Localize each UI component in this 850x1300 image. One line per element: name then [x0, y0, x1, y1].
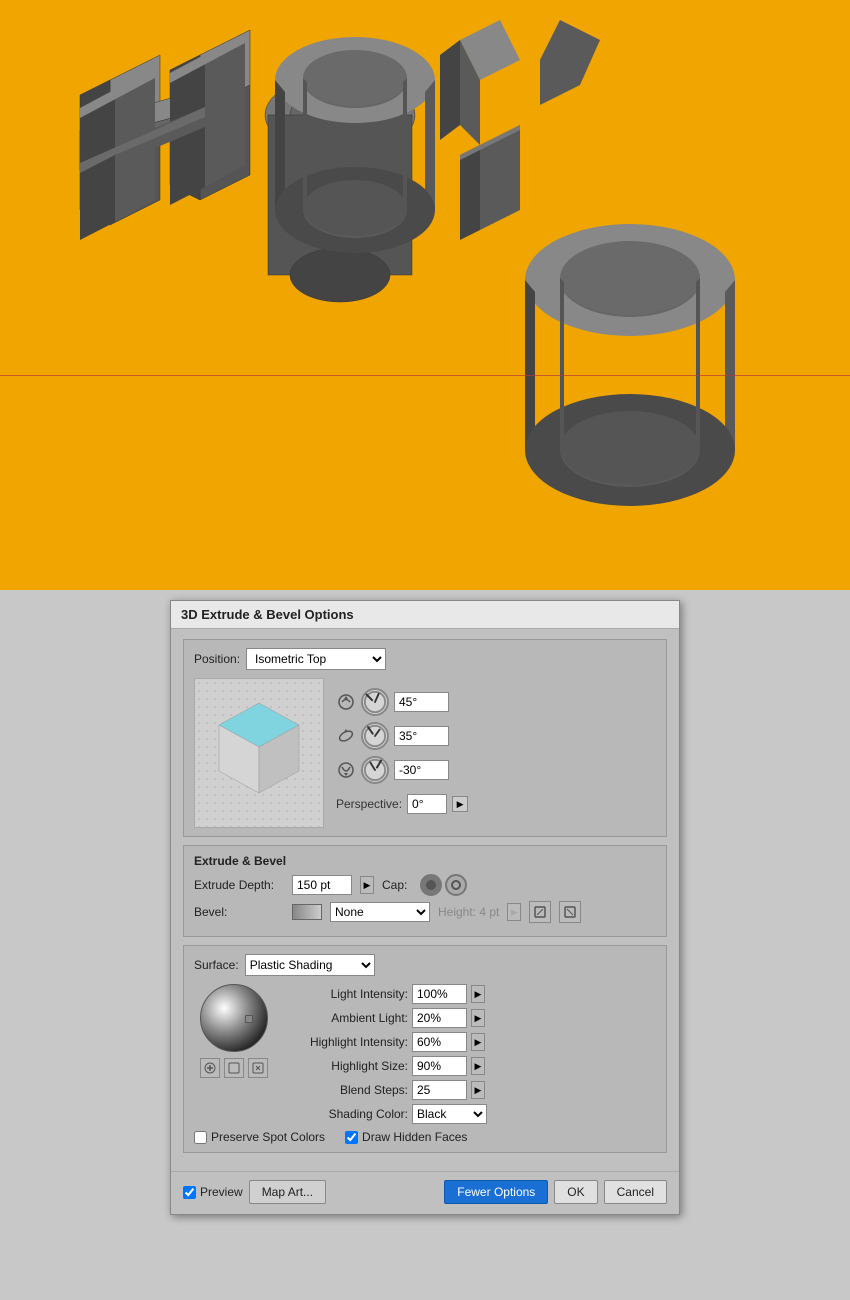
- cap-off-inner: [451, 880, 461, 890]
- ambient-light-input[interactable]: [412, 1008, 467, 1028]
- light-controls: Light Intensity: ▶ Ambient Light: ▶ High…: [288, 984, 656, 1124]
- cap-buttons: [420, 874, 467, 896]
- remove-light-button[interactable]: [224, 1058, 244, 1078]
- highlight-size-row: Highlight Size: ▶: [288, 1056, 656, 1076]
- blend-steps-chevron[interactable]: ▶: [471, 1081, 485, 1099]
- highlight-size-input[interactable]: [412, 1056, 467, 1076]
- cap-off-button[interactable]: [445, 874, 467, 896]
- draw-hidden-faces-checkbox[interactable]: Draw Hidden Faces: [345, 1130, 467, 1144]
- highlight-intensity-input[interactable]: [412, 1032, 467, 1052]
- extrude-bevel-label: Extrude & Bevel: [194, 854, 656, 868]
- highlight-intensity-chevron[interactable]: ▶: [471, 1033, 485, 1051]
- light-intensity-input[interactable]: [412, 984, 467, 1004]
- preview-checkbox[interactable]: [183, 1186, 196, 1199]
- height-chevron[interactable]: ▶: [507, 903, 521, 921]
- ambient-light-chevron[interactable]: ▶: [471, 1009, 485, 1027]
- bevel-icon-btn-2[interactable]: [559, 901, 581, 923]
- z-angle-input[interactable]: -30°: [394, 760, 449, 780]
- perspective-input[interactable]: 0°: [407, 794, 447, 814]
- shading-color-label: Shading Color:: [288, 1107, 408, 1121]
- highlight-intensity-label: Highlight Intensity:: [288, 1035, 408, 1049]
- surface-content: Light Intensity: ▶ Ambient Light: ▶ High…: [194, 984, 656, 1124]
- angle-row-y: 35°: [336, 722, 468, 750]
- surface-label: Surface:: [194, 958, 239, 972]
- x-angle-input[interactable]: 45°: [394, 692, 449, 712]
- extrude-depth-row: Extrude Depth: ▶ Cap:: [194, 874, 656, 896]
- blend-steps-row: Blend Steps: ▶: [288, 1080, 656, 1100]
- ambient-light-row: Ambient Light: ▶: [288, 1008, 656, 1028]
- angle-row-x: 45°: [336, 688, 468, 716]
- position-select[interactable]: Isometric Top Isometric Left Isometric R…: [246, 648, 386, 670]
- sphere-container: [194, 984, 274, 1078]
- bevel-row: Bevel: None Height: 4 pt ▶: [194, 901, 656, 923]
- x-rotation-dial[interactable]: [361, 688, 389, 716]
- ok-button[interactable]: OK: [554, 1180, 597, 1204]
- dialog-footer: Preview Map Art... Fewer Options OK Canc…: [171, 1171, 679, 1214]
- light-handle[interactable]: [245, 1015, 253, 1023]
- footer-right: Fewer Options OK Cancel: [444, 1180, 667, 1204]
- position-section: Position: Isometric Top Isometric Left I…: [183, 639, 667, 837]
- extrude-depth-input[interactable]: [292, 875, 352, 895]
- extrude-depth-label: Extrude Depth:: [194, 878, 284, 892]
- shading-color-row: Shading Color: Black Custom: [288, 1104, 656, 1124]
- surface-section: Surface: Plastic Shading Diffuse Shading…: [183, 945, 667, 1153]
- extrude-depth-chevron[interactable]: ▶: [360, 876, 374, 894]
- height-label: Height: 4 pt: [438, 905, 499, 919]
- ambient-light-label: Ambient Light:: [288, 1011, 408, 1025]
- surface-select[interactable]: Plastic Shading Diffuse Shading No Shadi…: [245, 954, 375, 976]
- guide-line: [0, 375, 850, 376]
- extrude-bevel-section: Extrude & Bevel Extrude Depth: ▶ Cap: Be…: [183, 845, 667, 937]
- cap-on-button[interactable]: [420, 874, 442, 896]
- light-intensity-row: Light Intensity: ▶: [288, 984, 656, 1004]
- sphere-controls: [200, 1058, 268, 1078]
- canvas-area: [0, 0, 850, 590]
- dialog-3d-extrude-bevel: 3D Extrude & Bevel Options Position: Iso…: [170, 600, 680, 1215]
- checkbox-row: Preserve Spot Colors Draw Hidden Faces: [194, 1130, 656, 1144]
- bevel-select[interactable]: None: [330, 902, 430, 922]
- highlight-intensity-row: Highlight Intensity: ▶: [288, 1032, 656, 1052]
- map-art-button[interactable]: Map Art...: [249, 1180, 326, 1204]
- z-rotation-dial[interactable]: [361, 756, 389, 784]
- cap-label: Cap:: [382, 878, 412, 892]
- bevel-label: Bevel:: [194, 905, 284, 919]
- preview-checkbox-label[interactable]: Preview: [183, 1185, 243, 1199]
- perspective-label: Perspective:: [336, 797, 402, 811]
- y-rotation-dial[interactable]: [361, 722, 389, 750]
- shading-color-select[interactable]: Black Custom: [412, 1104, 487, 1124]
- perspective-chevron[interactable]: ▶: [452, 796, 468, 812]
- bevel-icon-btn-1[interactable]: [529, 901, 551, 923]
- sphere-preview: [200, 984, 268, 1052]
- x-rotation-icon: [336, 692, 356, 712]
- preview-label: Preview: [200, 1185, 243, 1199]
- highlight-size-chevron[interactable]: ▶: [471, 1057, 485, 1075]
- preserve-spot-colors-checkbox[interactable]: Preserve Spot Colors: [194, 1130, 325, 1144]
- dialog-title: 3D Extrude & Bevel Options: [181, 607, 354, 622]
- bevel-swatch: [292, 904, 322, 920]
- light-intensity-label: Light Intensity:: [288, 987, 408, 1001]
- angle-row-z: -30°: [336, 756, 468, 784]
- cancel-button[interactable]: Cancel: [604, 1180, 667, 1204]
- footer-left: Preview Map Art...: [183, 1180, 436, 1204]
- highlight-size-label: Highlight Size:: [288, 1059, 408, 1073]
- fewer-options-button[interactable]: Fewer Options: [444, 1180, 548, 1204]
- angle-controls: 45°: [336, 678, 468, 814]
- y-angle-input[interactable]: 35°: [394, 726, 449, 746]
- dialog-titlebar: 3D Extrude & Bevel Options: [171, 601, 679, 629]
- light-settings-button[interactable]: [248, 1058, 268, 1078]
- perspective-row: Perspective: 0° ▶: [336, 794, 468, 814]
- surface-row: Surface: Plastic Shading Diffuse Shading…: [194, 954, 656, 976]
- cube-preview: [194, 678, 324, 828]
- position-label: Position:: [194, 652, 240, 666]
- z-rotation-icon: [336, 760, 356, 780]
- cap-on-inner: [426, 880, 436, 890]
- blend-steps-label: Blend Steps:: [288, 1083, 408, 1097]
- light-intensity-chevron[interactable]: ▶: [471, 985, 485, 1003]
- add-light-button[interactable]: [200, 1058, 220, 1078]
- blend-steps-input[interactable]: [412, 1080, 467, 1100]
- y-rotation-icon: [336, 726, 356, 746]
